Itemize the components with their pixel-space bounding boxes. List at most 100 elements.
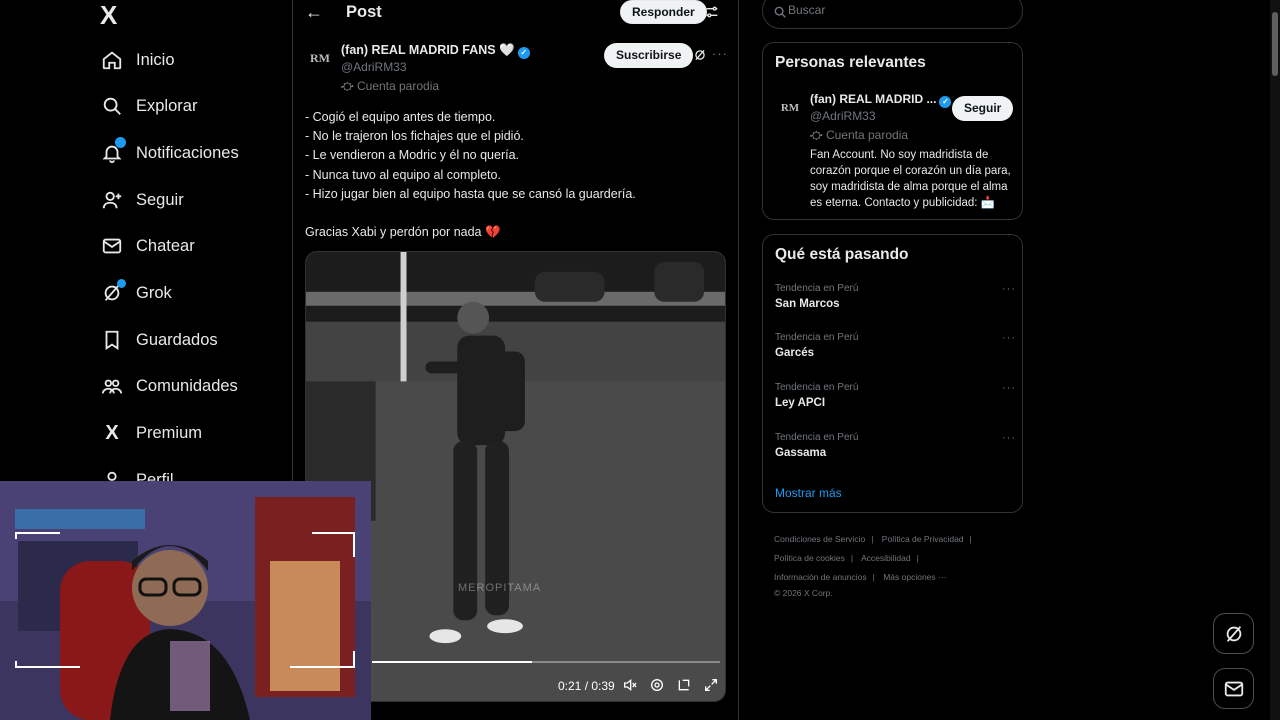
back-arrow-icon[interactable]: ← [305, 2, 323, 23]
webcam-overlay [0, 481, 371, 720]
trend-item[interactable]: Tendencia en Perú Gassama ··· [775, 432, 1015, 459]
adjust-icon[interactable] [704, 4, 720, 20]
mute-icon[interactable] [622, 677, 638, 693]
sidebar-item-label: Comunidades [136, 376, 238, 395]
sidebar-item-grok[interactable]: Grok [100, 273, 172, 313]
relevant-parody: ⛮ Cuenta parodia [810, 128, 908, 143]
post-line: - Nunca tuvo al equipo al completo. [305, 167, 501, 182]
sidebar-item-seguir[interactable]: Seguir [100, 180, 184, 220]
bell-icon [100, 137, 126, 165]
fullscreen-icon[interactable] [703, 677, 719, 693]
trend-meta: Tendencia en Perú [775, 432, 859, 443]
parody-text: Cuenta parodia [356, 79, 440, 93]
scroll-thumb[interactable] [1272, 12, 1278, 76]
follow-button[interactable]: Seguir [952, 96, 1014, 121]
verified-icon: ✓ [939, 96, 952, 108]
post-line: - Cogió el equipo antes de tiempo. [305, 110, 496, 124]
footer-link[interactable]: Política de cookies [774, 553, 845, 563]
grok-icon[interactable] [693, 48, 707, 62]
mail-icon [1224, 681, 1243, 696]
grok-icon [1226, 625, 1241, 642]
bookmark-icon [100, 328, 124, 352]
home-icon [100, 48, 124, 72]
sidebar-item-inicio[interactable]: Inicio [100, 40, 175, 80]
more-options-icon[interactable]: ··· [1002, 332, 1016, 344]
page-scrollbar[interactable] [1270, 0, 1280, 720]
verified-icon: ✓ [517, 47, 530, 59]
search-icon [774, 6, 786, 18]
sidebar-item-label: Guardados [136, 330, 218, 349]
trend-item[interactable]: Tendencia en Perú San Marcos ··· [775, 283, 1015, 310]
footer-link[interactable]: Información de anuncios [774, 572, 867, 582]
post-line: - Le vendieron a Modric y él no quería. [305, 148, 520, 163]
grok-icon [100, 279, 126, 305]
copyright: © 2026 X Corp. [774, 588, 833, 598]
relevant-bio: Fan Account. No soy madridista de corazó… [810, 149, 1011, 209]
sidebar-item-label: Explorar [136, 96, 198, 115]
trend-item[interactable]: Tendencia en Perú Garcés ··· [775, 332, 1015, 359]
relevant-parody-text: Cuenta parodia [825, 128, 909, 142]
grok-dot [117, 279, 126, 288]
communities-icon [100, 374, 124, 398]
notification-badge [115, 137, 126, 148]
video-progress-bar[interactable] [372, 661, 720, 663]
search-input[interactable] [788, 3, 1008, 17]
subscribe-button[interactable]: Suscribirse [604, 43, 694, 68]
more-options-icon[interactable]: ··· [1002, 382, 1016, 394]
relevant-people-card: Personas relevantes RM (fan) REAL MADRID… [762, 42, 1023, 220]
trend-name: San Marcos [775, 298, 840, 310]
sidebar-item-premium[interactable]: X Premium [100, 413, 202, 453]
trend-meta: Tendencia en Perú [775, 382, 859, 393]
more-options-icon[interactable]: ··· [712, 46, 728, 61]
relevant-handle[interactable]: @AdriRM33 [810, 109, 876, 123]
show-more-link[interactable]: Mostrar más [775, 486, 842, 500]
relevant-name[interactable]: (fan) REAL MADRID ... ✓ [810, 92, 952, 108]
webcam-image [0, 481, 371, 720]
trends-title: Qué está pasando [775, 246, 909, 263]
grok-floating-button[interactable] [1213, 613, 1254, 654]
sidebar-item-label: Seguir [136, 190, 184, 209]
x-logo[interactable]: X [100, 0, 117, 31]
trend-meta: Tendencia en Perú [775, 283, 859, 294]
footer-link[interactable]: Accesibilidad [861, 553, 911, 563]
sidebar-item-label: Inicio [136, 50, 175, 69]
pip-icon[interactable] [676, 677, 692, 693]
sidebar-item-guardados[interactable]: Guardados [100, 320, 218, 360]
post-closing: Gracias Xabi y perdón por nada 💔 [305, 225, 501, 240]
author-avatar[interactable]: RM [305, 43, 335, 73]
video-watermark: MEROPITAMA [458, 582, 542, 594]
search-box[interactable] [762, 0, 1023, 29]
post-text: - Cogió el equipo antes de tiempo. - No … [305, 108, 725, 242]
post-line: - No le trajeron los fichajes que el pid… [305, 129, 524, 144]
trend-name: Ley APCI [775, 397, 826, 409]
trend-item[interactable]: Tendencia en Perú Ley APCI ··· [775, 382, 1015, 409]
author-name-text: (fan) REAL MADRID FANS 🤍 [341, 43, 515, 57]
sidebar-item-notificaciones[interactable]: Notificaciones [100, 133, 239, 173]
sidebar-item-label: Notificaciones [136, 143, 239, 162]
relevant-avatar[interactable]: RM [777, 95, 803, 121]
page-title: Post [346, 3, 382, 21]
footer-link[interactable]: Política de Privacidad [882, 534, 964, 544]
x-app: X Inicio Explorar Notificaciones Seguir … [0, 0, 1280, 720]
footer-link[interactable]: Más opciones ··· [883, 572, 946, 582]
mail-icon [100, 234, 124, 258]
relevant-title: Personas relevantes [775, 54, 926, 71]
footer-link[interactable]: Condiciones de Servicio [774, 534, 865, 544]
post-header: ← Post Responder [293, 0, 738, 26]
trend-name: Gassama [775, 447, 827, 459]
messages-floating-button[interactable] [1213, 668, 1254, 709]
mask-icon: ⛮ [810, 128, 823, 142]
sidebar-item-comunidades[interactable]: Comunidades [100, 366, 238, 406]
reply-button[interactable]: Responder [620, 0, 707, 24]
trend-meta: Tendencia en Perú [775, 332, 859, 343]
footer-links: Condiciones de Servicio | Política de Pri… [774, 530, 1024, 599]
x-icon: X [105, 421, 119, 444]
author-handle[interactable]: @AdriRM33 [341, 60, 407, 74]
settings-icon[interactable] [649, 677, 665, 693]
sidebar-item-chatear[interactable]: Chatear [100, 226, 195, 266]
more-options-icon[interactable]: ··· [1002, 283, 1016, 295]
more-options-icon[interactable]: ··· [1002, 432, 1016, 444]
author-name[interactable]: (fan) REAL MADRID FANS 🤍 ✓ [341, 43, 530, 59]
sidebar-item-explorar[interactable]: Explorar [100, 86, 197, 126]
search-icon [100, 94, 124, 118]
